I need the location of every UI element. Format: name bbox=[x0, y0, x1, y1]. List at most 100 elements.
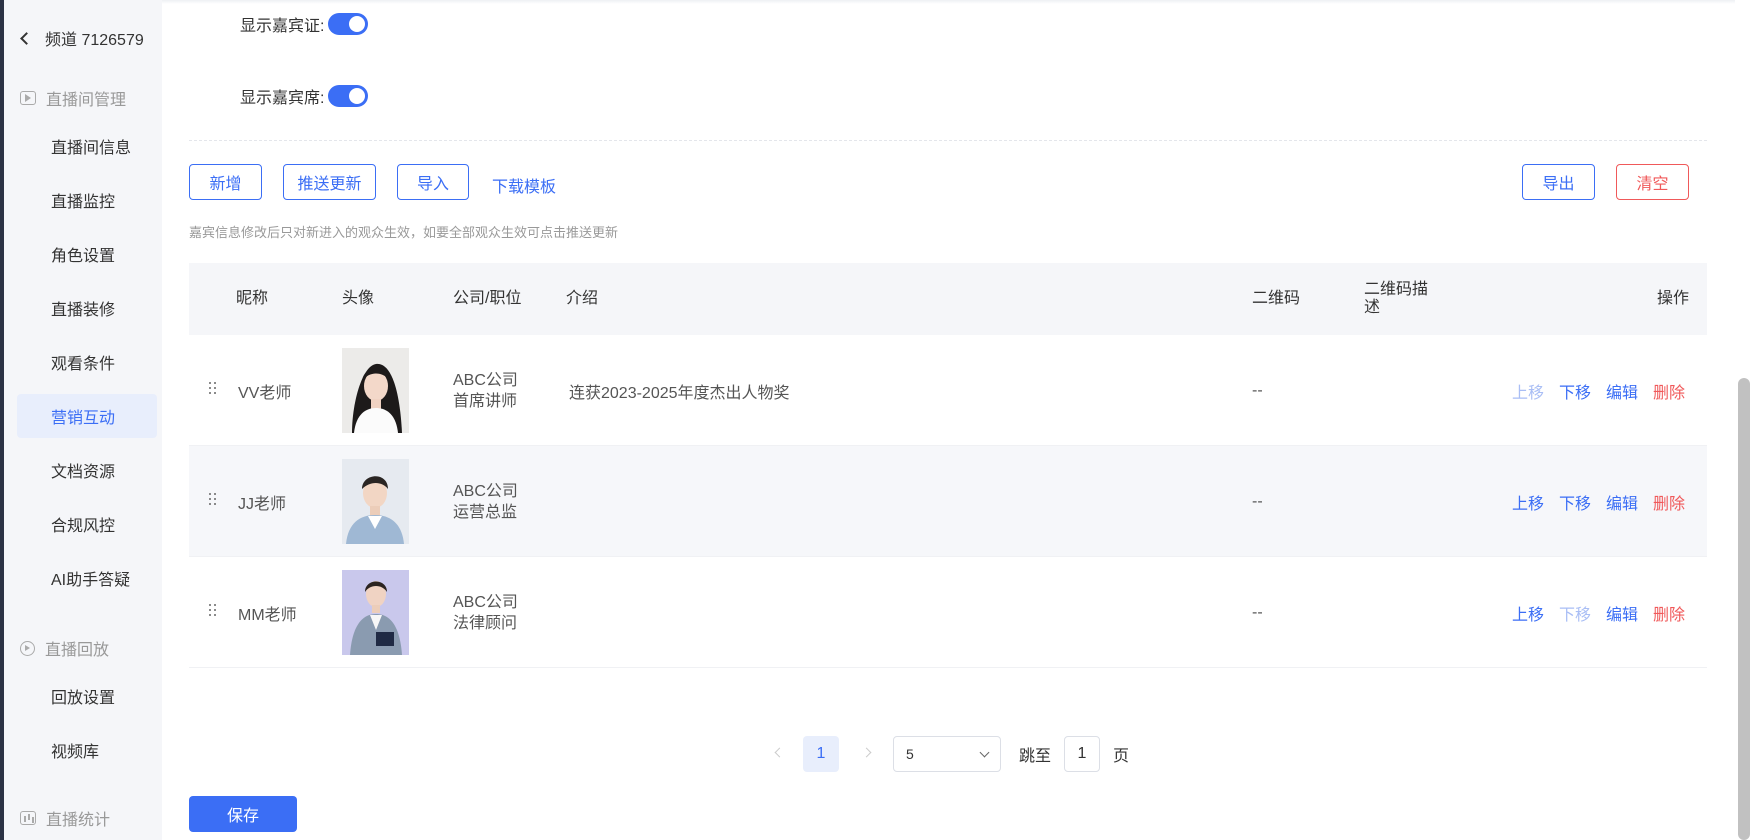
sidebar-group-label: 直播回放 bbox=[45, 642, 110, 659]
table-header: 昵称 头像 公司/职位 介绍 二维码 二维码描 述 操作 bbox=[189, 263, 1707, 335]
sidebar-item-role-settings[interactable]: 角色设置 bbox=[17, 232, 157, 276]
next-page-icon[interactable] bbox=[861, 747, 872, 758]
guest-qrcode: -- bbox=[1252, 381, 1263, 399]
guest-company-position: ABC公司 首席讲师 bbox=[453, 335, 518, 446]
col-qrcode: 二维码 bbox=[1252, 290, 1301, 307]
channel-label: 频道 7126579 bbox=[45, 32, 144, 49]
move-up-button[interactable]: 上移 bbox=[1512, 557, 1544, 668]
guest-avatar bbox=[342, 459, 409, 544]
replay-icon bbox=[20, 640, 35, 656]
chevron-down-icon bbox=[979, 747, 990, 758]
sidebar-item-document-resources[interactable]: 文档资源 bbox=[17, 448, 157, 492]
section-divider bbox=[189, 140, 1707, 141]
col-qrcode-desc: 二维码描 述 bbox=[1364, 263, 1428, 335]
guest-nickname: JJ老师 bbox=[238, 495, 287, 513]
move-up-button[interactable]: 上移 bbox=[1512, 335, 1544, 446]
sidebar-item-label: 文档资源 bbox=[51, 464, 116, 481]
guest-company-position: ABC公司 法律顾问 bbox=[453, 557, 518, 668]
sidebar-item-label: 角色设置 bbox=[51, 248, 116, 265]
sidebar-group-label: 直播统计 bbox=[46, 812, 111, 829]
show-guest-seat-label: 显示嘉宾席: bbox=[240, 90, 325, 107]
move-up-button[interactable]: 上移 bbox=[1512, 446, 1544, 557]
sidebar-item-compliance[interactable]: 合规风控 bbox=[17, 502, 157, 546]
sidebar-item-watch-conditions[interactable]: 观看条件 bbox=[17, 340, 157, 384]
sidebar-item-label: 观看条件 bbox=[51, 356, 116, 373]
download-template-link[interactable]: 下载模板 bbox=[492, 173, 556, 197]
sidebar-item-live-monitor[interactable]: 直播监控 bbox=[17, 178, 157, 222]
sidebar-item-label: 直播监控 bbox=[51, 194, 116, 211]
guest-avatar bbox=[342, 348, 409, 433]
edit-button[interactable]: 编辑 bbox=[1606, 557, 1638, 668]
page-size-value: 5 bbox=[906, 746, 914, 762]
table-row: JJ老师 ABC公司 运营总监 -- 上移 下移 编辑 删除 bbox=[189, 446, 1707, 557]
guest-company: ABC公司 bbox=[453, 482, 518, 500]
table-row: VV老师 ABC公司 首席讲师 连获2023-2025年度杰出人物奖 -- 上移… bbox=[189, 335, 1707, 446]
sidebar-item-video-library[interactable]: 视频库 bbox=[17, 728, 157, 772]
drag-handle-icon[interactable] bbox=[209, 382, 219, 396]
move-down-button[interactable]: 下移 bbox=[1559, 335, 1591, 446]
sidebar-item-label: 营销互动 bbox=[51, 410, 116, 427]
stats-icon bbox=[20, 811, 36, 825]
guest-qrcode: -- bbox=[1252, 492, 1263, 510]
guest-intro: 连获2023-2025年度杰出人物奖 bbox=[569, 384, 790, 402]
page-size-select[interactable]: 5 bbox=[893, 736, 1001, 772]
move-down-button[interactable]: 下移 bbox=[1559, 446, 1591, 557]
import-button[interactable]: 导入 bbox=[397, 164, 469, 200]
add-button[interactable]: 新增 bbox=[189, 164, 262, 200]
top-divider bbox=[162, 0, 1735, 4]
sidebar-item-label: 合规风控 bbox=[51, 518, 116, 535]
guest-avatar bbox=[342, 570, 409, 655]
live-room-icon bbox=[20, 91, 36, 105]
sidebar-item-label: 视频库 bbox=[51, 744, 100, 761]
sidebar-group-label: 直播间管理 bbox=[46, 92, 127, 109]
guest-company: ABC公司 bbox=[453, 593, 518, 611]
save-button[interactable]: 保存 bbox=[189, 796, 297, 832]
table-row: MM老师 ABC公司 法律顾问 -- 上移 下移 编辑 删除 bbox=[189, 557, 1707, 668]
show-guest-seat-toggle[interactable] bbox=[328, 85, 369, 107]
col-company-position: 公司/职位 bbox=[453, 290, 522, 307]
show-guest-seat-setting: 显示嘉宾席: bbox=[240, 84, 369, 108]
guest-position: 运营总监 bbox=[453, 503, 518, 521]
delete-button[interactable]: 删除 bbox=[1653, 446, 1685, 557]
guest-position: 法律顾问 bbox=[453, 614, 518, 632]
guest-table: 昵称 头像 公司/职位 介绍 二维码 二维码描 述 操作 VV老师 ABC公司 … bbox=[189, 263, 1707, 668]
drag-handle-icon[interactable] bbox=[209, 604, 219, 618]
show-guest-badge-label: 显示嘉宾证: bbox=[240, 18, 325, 35]
drag-handle-icon[interactable] bbox=[209, 493, 219, 507]
sidebar-group-live-management: 直播间管理 bbox=[20, 86, 126, 110]
guest-nickname: MM老师 bbox=[238, 606, 297, 624]
delete-button[interactable]: 删除 bbox=[1653, 335, 1685, 446]
col-qrcode-desc-line2: 述 bbox=[1364, 299, 1381, 316]
move-down-button[interactable]: 下移 bbox=[1559, 557, 1591, 668]
main-content: 显示嘉宾证: 显示嘉宾席: 新增 推送更新 导入 下载模板 导出 清空 嘉宾信息… bbox=[162, 0, 1735, 840]
sidebar-item-replay-settings[interactable]: 回放设置 bbox=[17, 674, 157, 718]
back-to-channel[interactable]: 频道 7126579 bbox=[18, 26, 144, 50]
guest-company-position: ABC公司 运营总监 bbox=[453, 446, 518, 557]
col-qrcode-desc-line1: 二维码描 bbox=[1364, 281, 1429, 298]
guest-qrcode: -- bbox=[1252, 603, 1263, 621]
show-guest-badge-setting: 显示嘉宾证: bbox=[240, 12, 369, 36]
sidebar-item-live-decoration[interactable]: 直播装修 bbox=[17, 286, 157, 330]
page-suffix-label: 页 bbox=[1113, 748, 1130, 765]
sidebar: 频道 7126579 直播间管理 直播间信息 直播监控 角色设置 直播装修 观看… bbox=[4, 0, 162, 840]
col-intro: 介绍 bbox=[566, 290, 599, 307]
clear-button[interactable]: 清空 bbox=[1616, 164, 1689, 200]
edit-button[interactable]: 编辑 bbox=[1606, 446, 1638, 557]
sidebar-item-marketing-interaction[interactable]: 营销互动 bbox=[17, 394, 157, 438]
sidebar-item-label: 直播间信息 bbox=[51, 140, 132, 157]
export-button[interactable]: 导出 bbox=[1522, 164, 1595, 200]
update-hint-text: 嘉宾信息修改后只对新进入的观众生效，如要全部观众生效可点击推送更新 bbox=[189, 225, 619, 240]
scrollbar-thumb[interactable] bbox=[1738, 378, 1750, 840]
chevron-left-icon bbox=[20, 31, 33, 45]
col-actions: 操作 bbox=[1657, 290, 1690, 307]
edit-button[interactable]: 编辑 bbox=[1606, 335, 1638, 446]
jump-page-input[interactable]: 1 bbox=[1064, 736, 1100, 772]
show-guest-badge-toggle[interactable] bbox=[328, 13, 369, 35]
sidebar-item-ai-assistant[interactable]: AI助手答疑 bbox=[17, 556, 157, 600]
page-number-button[interactable]: 1 bbox=[803, 736, 839, 772]
push-update-button[interactable]: 推送更新 bbox=[283, 164, 376, 200]
sidebar-item-live-room-info[interactable]: 直播间信息 bbox=[17, 124, 157, 168]
delete-button[interactable]: 删除 bbox=[1653, 557, 1685, 668]
prev-page-icon[interactable] bbox=[774, 747, 785, 758]
col-avatar: 头像 bbox=[342, 290, 375, 307]
